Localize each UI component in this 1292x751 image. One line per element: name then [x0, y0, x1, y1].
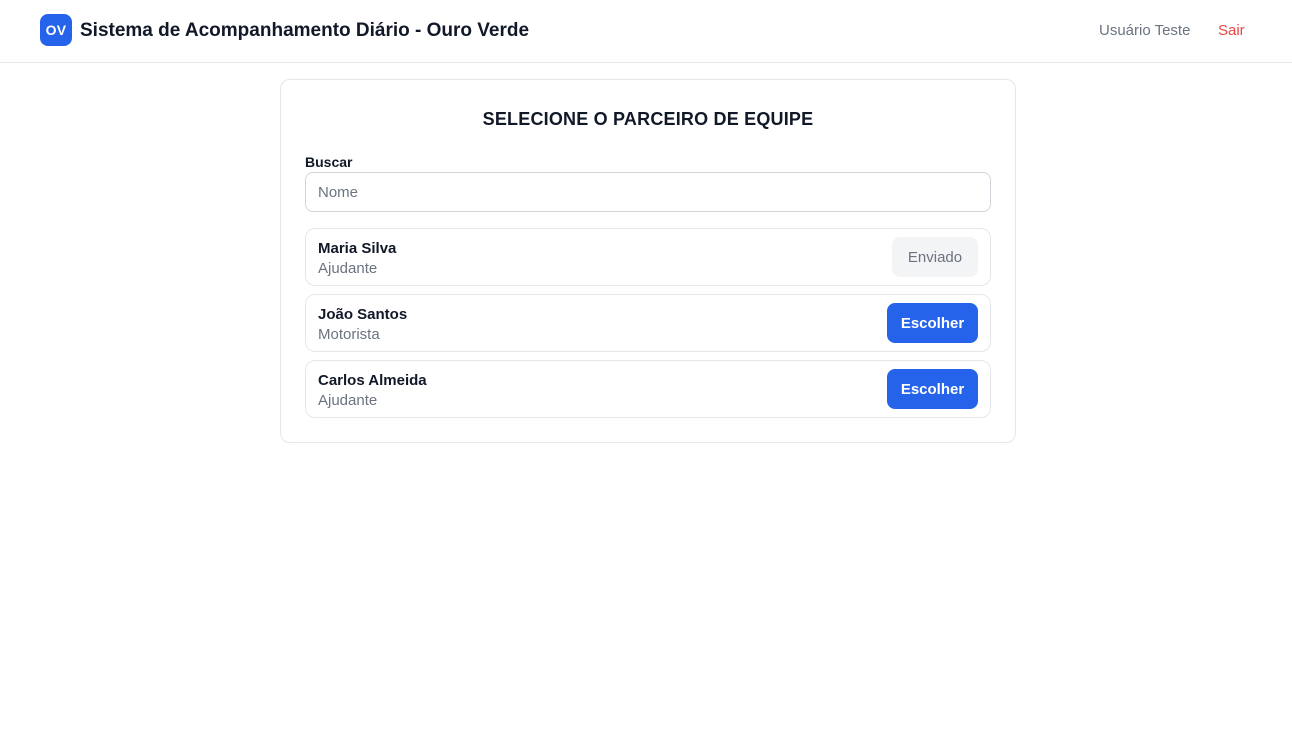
partner-role: Ajudante	[318, 260, 378, 277]
partner-role: Ajudante	[318, 392, 378, 409]
search-label: Buscar	[305, 154, 353, 170]
page-title: SELECIONE O PARCEIRO DE EQUIPE	[482, 109, 814, 129]
search-input[interactable]	[305, 172, 991, 212]
partner-row: Maria Silva Ajudante Enviado	[305, 228, 991, 286]
app-title: Sistema de Acompanhamento Diário - Ouro …	[80, 20, 530, 41]
current-user-name: Usuário Teste	[1099, 22, 1191, 39]
partner-row: Carlos Almeida Ajudante Escolher	[305, 360, 991, 418]
partner-selection-card: SELECIONE O PARCEIRO DE EQUIPE Buscar Ma…	[280, 79, 1016, 443]
partner-name: Carlos Almeida	[318, 372, 427, 389]
partner-list: Maria Silva Ajudante Enviado João Santos…	[305, 228, 991, 426]
partner-role: Motorista	[318, 326, 380, 343]
sent-button: Enviado	[892, 237, 978, 277]
partner-row: João Santos Motorista Escolher	[305, 294, 991, 352]
top-bar: OV Sistema de Acompanhamento Diário - Ou…	[0, 0, 1292, 63]
partner-name: João Santos	[318, 306, 408, 323]
logo-badge: OV	[40, 14, 72, 46]
partner-name: Maria Silva	[318, 240, 397, 257]
choose-button[interactable]: Escolher	[887, 303, 978, 343]
choose-button[interactable]: Escolher	[887, 369, 978, 409]
logout-link[interactable]: Sair	[1218, 22, 1245, 40]
